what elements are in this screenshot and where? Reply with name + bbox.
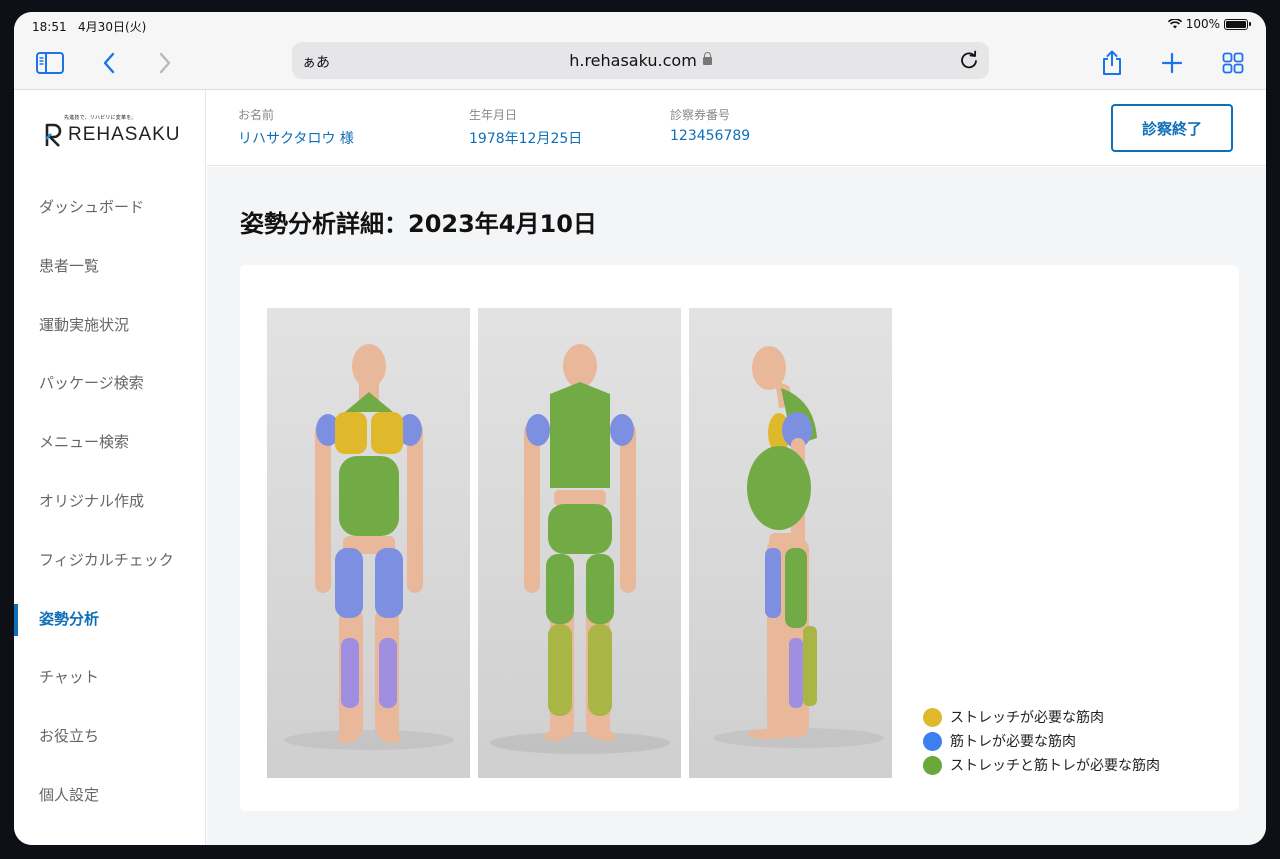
patient-dob-field: 生年月日 1978年12月25日 xyxy=(469,106,582,148)
sidebar-item-original-create[interactable]: オリジナル作成 xyxy=(14,472,205,531)
back-view xyxy=(478,308,681,778)
sidebar-item-package-search[interactable]: パッケージ検索 xyxy=(14,354,205,413)
front-view xyxy=(267,308,470,778)
legend: ストレッチが必要な筋肉 筋トレが必要な筋肉 ストレッチと筋トレが必要な筋肉 xyxy=(923,705,1160,777)
legend-dot-blue xyxy=(923,731,942,751)
status-bar: 18:51 4月30日(火) 100% xyxy=(14,12,1266,38)
patient-card-value: 123456789 xyxy=(670,128,751,144)
patient-name-label: お名前 xyxy=(238,108,275,122)
patient-dob-label: 生年月日 xyxy=(469,108,518,122)
legend-dot-green xyxy=(923,755,942,775)
logo[interactable]: 先進技で、リハビリに変革を。 REHASAKU xyxy=(44,114,181,147)
end-consultation-button[interactable]: 診察終了 xyxy=(1111,104,1233,152)
legend-label: 筋トレが必要な筋肉 xyxy=(950,734,1076,750)
legend-dot-yellow xyxy=(923,707,942,727)
posture-card: ストレッチが必要な筋肉 筋トレが必要な筋肉 ストレッチと筋トレが必要な筋肉 xyxy=(240,265,1239,811)
side-view xyxy=(689,308,892,778)
patient-card-field: 診察券番号 123456789 xyxy=(670,106,750,144)
tablet-screen: 18:51 4月30日(火) 100% ぁあ h.rehasaku.com 先進… xyxy=(14,12,1266,845)
lock-icon xyxy=(702,52,712,65)
sidebar-item-patients[interactable]: 患者一覧 xyxy=(14,237,205,296)
share-icon[interactable] xyxy=(1097,48,1127,78)
sidebar-item-useful[interactable]: お役立ち xyxy=(14,707,205,766)
sidebar-nav: ダッシュボード 患者一覧 運動実施状況 パッケージ検索 メニュー検索 オリジナル… xyxy=(14,178,205,825)
forward-icon[interactable] xyxy=(150,48,180,78)
sidebar-item-posture-analysis[interactable]: 姿勢分析 xyxy=(14,590,205,649)
patient-name-value: リハサクタロウ 様 xyxy=(238,131,354,147)
tabs-overview-icon[interactable] xyxy=(1218,48,1248,78)
sidebar-item-chat[interactable]: チャット xyxy=(14,648,205,707)
sidebar-item-physical-check[interactable]: フィジカルチェック xyxy=(14,531,205,590)
logo-name: REHASAKU xyxy=(68,124,181,145)
legend-item-stretch: ストレッチが必要な筋肉 xyxy=(923,705,1160,729)
sidebar-item-personal-settings[interactable]: 個人設定 xyxy=(14,766,205,825)
back-icon[interactable] xyxy=(94,48,124,78)
battery-percent: 100% xyxy=(1185,17,1220,31)
legend-item-strength: 筋トレが必要な筋肉 xyxy=(923,729,1160,753)
sidebar-toggle-icon[interactable] xyxy=(35,48,65,78)
logo-tagline: 先進技で、リハビリに変革を。 xyxy=(64,115,137,121)
sidebar-item-menu-search[interactable]: メニュー検索 xyxy=(14,413,205,472)
legend-label: ストレッチが必要な筋肉 xyxy=(950,710,1104,726)
address-bar[interactable]: ぁあ h.rehasaku.com xyxy=(292,42,989,79)
sidebar: 先進技で、リハビリに変革を。 REHASAKU ダッシュボード 患者一覧 運動実… xyxy=(14,90,206,845)
patient-card-label: 診察券番号 xyxy=(670,108,731,122)
patient-header: お名前 リハサクタロウ 様 生年月日 1978年12月25日 診察券番号 123… xyxy=(207,90,1266,166)
sidebar-item-dashboard[interactable]: ダッシュボード xyxy=(14,178,205,237)
legend-item-both: ストレッチと筋トレが必要な筋肉 xyxy=(923,753,1160,777)
legend-label: ストレッチと筋トレが必要な筋肉 xyxy=(950,758,1160,774)
logo-mark-icon xyxy=(45,123,62,147)
wifi-icon xyxy=(1167,19,1182,29)
battery-icon xyxy=(1224,18,1251,30)
url-text: h.rehasaku.com xyxy=(292,51,989,70)
patient-name-field: お名前 リハサクタロウ 様 xyxy=(238,106,354,148)
status-time: 18:51 4月30日(火) xyxy=(32,20,147,34)
reload-icon[interactable] xyxy=(959,50,979,70)
main-content: 姿勢分析詳細：2023年4月10日 ストレッチが必要な筋肉 筋トレが必要な筋肉 … xyxy=(207,167,1266,845)
status-right: 100% xyxy=(1167,17,1251,31)
sidebar-item-exercise-status[interactable]: 運動実施状況 xyxy=(14,296,205,355)
patient-dob-value: 1978年12月25日 xyxy=(469,131,583,147)
new-tab-icon[interactable] xyxy=(1157,48,1187,78)
page-title: 姿勢分析詳細：2023年4月10日 xyxy=(240,210,597,238)
browser-toolbar: ぁあ h.rehasaku.com xyxy=(14,38,1266,90)
